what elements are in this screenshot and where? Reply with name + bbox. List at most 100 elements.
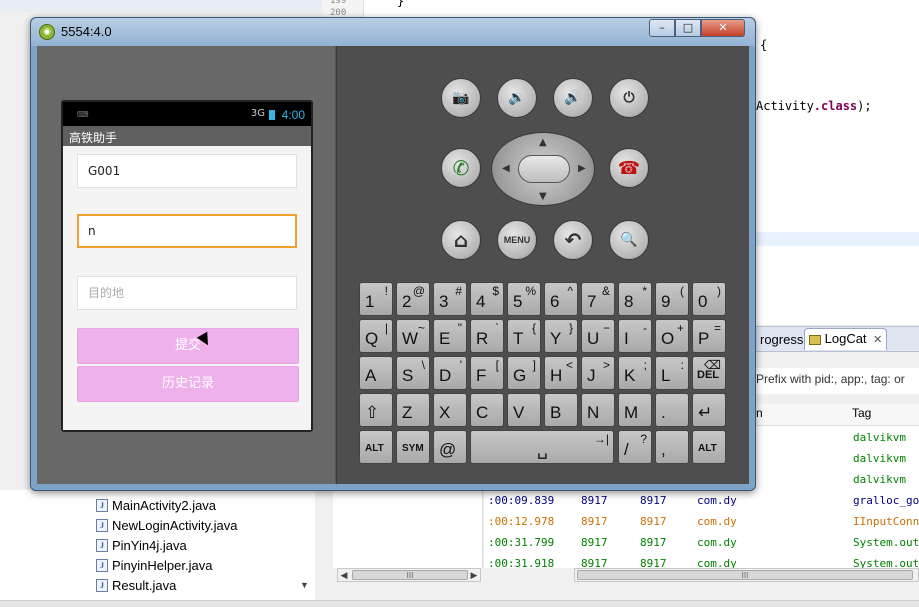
key-1-5[interactable]: 5%	[507, 282, 541, 316]
emulator-titlebar[interactable]: ◉ 5554:4.0 – □ ✕	[31, 18, 755, 46]
key-1-2[interactable]: 2 @	[396, 282, 430, 316]
key-2-1[interactable]: Q |	[359, 319, 393, 353]
key-4-1[interactable]: ⇧	[359, 393, 393, 427]
key-4-8[interactable]: M	[618, 393, 652, 427]
key-3-2[interactable]: S \	[396, 356, 430, 390]
back-button[interactable]: ↶	[553, 220, 593, 260]
power-button[interactable]: ⏻	[609, 78, 649, 118]
key-1-3[interactable]: 3 #	[433, 282, 467, 316]
home-button[interactable]: ⌂	[441, 220, 481, 260]
maximize-button[interactable]: □	[675, 19, 701, 37]
key-alt-label: >	[602, 358, 610, 372]
key-5-3[interactable]: @	[433, 430, 467, 464]
file-item[interactable]: J Result.java	[96, 575, 176, 595]
key-alt-label: #	[455, 284, 462, 298]
key-5-1[interactable]: ALT	[359, 430, 393, 464]
file-item[interactable]: J PinyinHelper.java	[96, 555, 212, 575]
key-3-5[interactable]: G]	[507, 356, 541, 390]
scroll-thumb[interactable]: III	[352, 570, 468, 580]
key-label: F	[476, 366, 487, 385]
hardware-keyboard: 1! 2 @3 #4 $5% 6 ^ 7 & 8 * 9(0) Q | W ~ E " R ` T{Y} U − I - O + P =…	[359, 282, 729, 464]
file-item[interactable]: J PinYin4j.java	[96, 535, 187, 555]
key-2-7[interactable]: U −	[581, 319, 615, 353]
key-4-4[interactable]: C	[470, 393, 504, 427]
key-3-3[interactable]: D '	[433, 356, 467, 390]
column-header-tag[interactable]: Tag	[852, 406, 871, 420]
tab-progress[interactable]: rogress	[756, 330, 807, 350]
key-4-10[interactable]: ↵	[692, 393, 726, 427]
call-button[interactable]: ✆	[441, 148, 481, 188]
minimize-button[interactable]: –	[649, 19, 675, 37]
search-button[interactable]: 🔍	[609, 220, 649, 260]
key-2-2[interactable]: W ~	[396, 319, 430, 353]
key-5-2[interactable]: SYM	[396, 430, 430, 464]
key-5-7[interactable]: ALT	[692, 430, 726, 464]
dpad-down-arrow[interactable]: ▼	[539, 191, 547, 202]
chevron-left-icon[interactable]: ◀	[338, 569, 350, 581]
key-3-10[interactable]: DEL ⌫	[692, 356, 726, 390]
train-number-field[interactable]: G001	[77, 154, 297, 188]
tab-logcat[interactable]: LogCat ✕	[804, 328, 888, 350]
key-alt-label: <	[565, 358, 573, 372]
dpad[interactable]: ▲ ▼ ◀ ▶	[491, 132, 595, 206]
phone-screen[interactable]: ⌨ 3G 4:00 高铁助手 G001 n 目的地 提交 历史记录	[61, 100, 313, 432]
submit-button[interactable]: 提交	[77, 328, 299, 364]
chevron-right-icon[interactable]: ▶	[468, 569, 480, 581]
key-4-2[interactable]: Z	[396, 393, 430, 427]
key-2-8[interactable]: I-	[618, 319, 652, 353]
key-4-5[interactable]: V	[507, 393, 541, 427]
history-button[interactable]: 历史记录	[77, 366, 299, 402]
key-4-7[interactable]: N	[581, 393, 615, 427]
key-3-9[interactable]: L:	[655, 356, 689, 390]
key-3-8[interactable]: K;	[618, 356, 652, 390]
key-1-8[interactable]: 8 *	[618, 282, 652, 316]
key-2-10[interactable]: P =	[692, 319, 726, 353]
key-3-1[interactable]: A	[359, 356, 393, 390]
key-2-4[interactable]: R `	[470, 319, 504, 353]
key-3-7[interactable]: J >	[581, 356, 615, 390]
chevron-down-icon[interactable]: ▼	[300, 580, 309, 590]
key-4-9[interactable]: .	[655, 393, 689, 427]
dpad-right-arrow[interactable]: ▶	[578, 163, 586, 174]
key-2-5[interactable]: T{	[507, 319, 541, 353]
filters-hscrollbar[interactable]: ◀ III ▶	[337, 568, 481, 582]
dpad-left-arrow[interactable]: ◀	[502, 163, 510, 174]
key-1-7[interactable]: 7 &	[581, 282, 615, 316]
file-item[interactable]: J NewLoginActivity.java	[96, 515, 237, 535]
logcat-filter-input[interactable]: Prefix with pid:, app:, tag: or	[756, 372, 905, 386]
emulator-window[interactable]: ◉ 5554:4.0 – □ ✕ ⌨ 3G 4:00 高铁助手 G001 n 目…	[30, 17, 756, 491]
camera-button[interactable]: 📷	[441, 78, 481, 118]
key-alt-label: →|	[593, 432, 609, 446]
logcat-hscrollbar[interactable]: III	[574, 568, 919, 582]
key-5-5[interactable]: /?	[618, 430, 652, 464]
space-key[interactable]: ␣ →|	[470, 430, 614, 464]
departure-field[interactable]: n	[77, 214, 297, 248]
file-item[interactable]: J MainActivity2.java	[96, 495, 216, 515]
key-label: N	[587, 403, 600, 422]
dpad-up-arrow[interactable]: ▲	[539, 137, 547, 148]
key-2-6[interactable]: Y}	[544, 319, 578, 353]
key-2-3[interactable]: E "	[433, 319, 467, 353]
key-4-6[interactable]: B	[544, 393, 578, 427]
menu-button[interactable]: MENU	[497, 220, 537, 260]
column-header[interactable]: n	[756, 406, 763, 420]
volume-down-button[interactable]: 🔉	[497, 78, 537, 118]
key-1-9[interactable]: 9(	[655, 282, 689, 316]
key-label: 6	[550, 292, 560, 311]
destination-field[interactable]: 目的地	[77, 276, 297, 310]
close-button[interactable]: ✕	[701, 19, 745, 37]
key-2-9[interactable]: O +	[655, 319, 689, 353]
key-1-1[interactable]: 1!	[359, 282, 393, 316]
key-1-6[interactable]: 6 ^	[544, 282, 578, 316]
key-3-4[interactable]: F[	[470, 356, 504, 390]
scroll-thumb[interactable]: III	[577, 570, 913, 580]
end-call-button[interactable]: ☎	[609, 148, 649, 188]
key-3-6[interactable]: H <	[544, 356, 578, 390]
key-5-6[interactable]: ,	[655, 430, 689, 464]
key-4-3[interactable]: X	[433, 393, 467, 427]
key-1-4[interactable]: 4 $	[470, 282, 504, 316]
volume-up-button[interactable]: 🔊	[553, 78, 593, 118]
key-1-10[interactable]: 0)	[692, 282, 726, 316]
close-icon[interactable]: ✕	[873, 334, 882, 346]
dpad-center[interactable]	[518, 155, 570, 183]
